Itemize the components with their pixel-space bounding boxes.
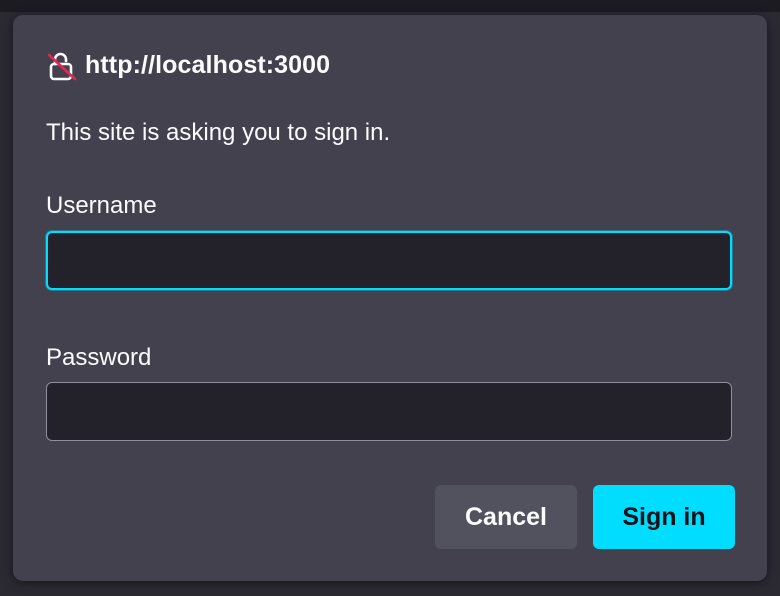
sign-in-message: This site is asking you to sign in. — [46, 119, 391, 146]
site-origin: http://localhost:3000 — [85, 50, 331, 79]
sign-in-button[interactable]: Sign in — [593, 485, 735, 549]
password-label: Password — [46, 344, 152, 371]
username-label: Username — [46, 192, 157, 219]
cancel-button[interactable]: Cancel — [435, 485, 577, 549]
sign-in-dialog: http://localhost:3000 This site is askin… — [13, 15, 767, 581]
dialog-header: http://localhost:3000 — [46, 48, 330, 82]
password-input[interactable] — [46, 382, 732, 441]
username-input[interactable] — [46, 231, 732, 290]
background-window-strip — [0, 0, 780, 12]
insecure-lock-icon — [46, 49, 78, 81]
